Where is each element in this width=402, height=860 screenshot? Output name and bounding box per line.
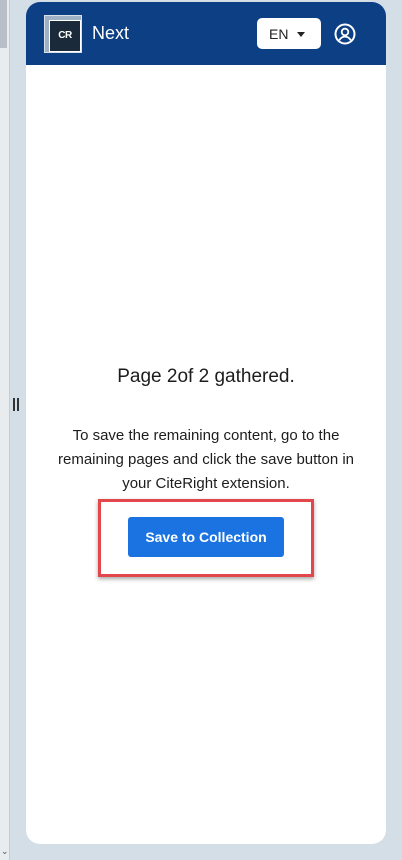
save-instructions: To save the remaining content, go to the…: [57, 427, 354, 492]
total-pages-number: 2: [198, 366, 210, 387]
citeright-panel: CR Next EN Page 2of 2 gathered. To save …: [26, 2, 386, 844]
current-page-number: 2: [166, 366, 178, 387]
save-to-collection-button[interactable]: Save to Collection: [128, 517, 284, 557]
language-select[interactable]: EN: [257, 18, 321, 49]
status-prefix: Page: [117, 366, 162, 387]
corner-glyph: ⌄: [1, 846, 9, 856]
panel-header: CR Next EN: [26, 2, 386, 65]
left-scrollbar[interactable]: [0, 0, 10, 860]
user-circle-icon[interactable]: [334, 23, 356, 45]
gather-status: Page 2of 2 gathered.: [26, 366, 386, 388]
header-title: Next: [92, 23, 130, 43]
citeright-logo: CR: [44, 15, 82, 53]
language-value: EN: [269, 26, 289, 42]
scrollbar-thumb[interactable]: [0, 0, 7, 48]
status-middle: of: [177, 366, 194, 387]
status-suffix: gathered.: [214, 366, 295, 387]
panel-resize-handle[interactable]: [13, 398, 21, 412]
logo-mark: CR: [49, 20, 81, 52]
caret-down-icon: [297, 32, 305, 37]
